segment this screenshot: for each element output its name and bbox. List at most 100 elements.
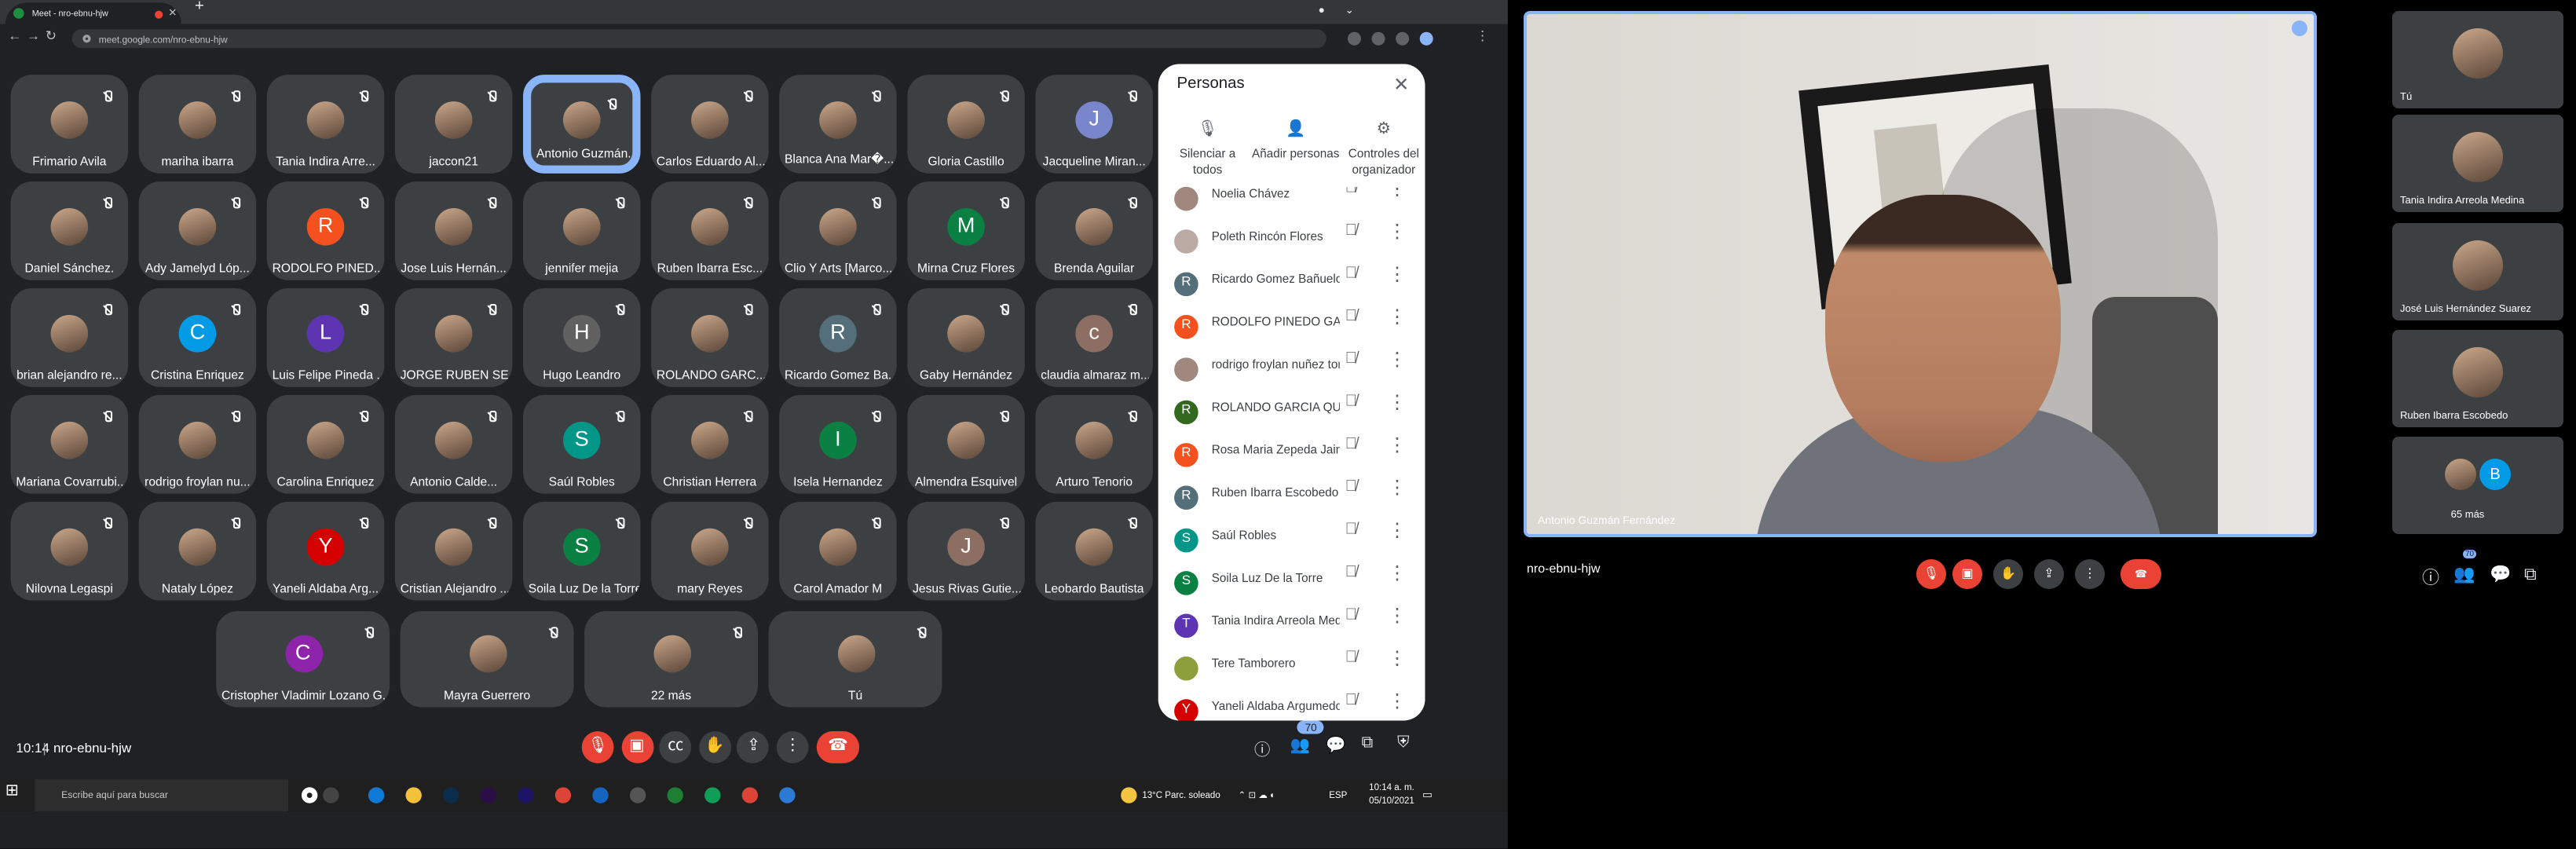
close-tab-icon[interactable]: ✕ — [168, 5, 177, 19]
participant-tile[interactable]: Carlos Eduardo Al... — [651, 75, 769, 174]
participant-tile[interactable]: Leobardo Bautista — [1035, 501, 1153, 601]
app-window-icon[interactable] — [779, 787, 796, 803]
participant-tile[interactable]: J Jesus Rivas Gutie... — [907, 501, 1025, 601]
mute-person-icon[interactable]: 🎙̸ — [1345, 187, 1357, 198]
notification-icon[interactable]: ▭ — [1422, 787, 1433, 800]
people-list-item[interactable]: S Soila Luz De la Torre 🎙̸ ⋮ — [1158, 555, 1425, 598]
app-icon[interactable] — [629, 787, 646, 803]
mic-button[interactable]: 🎙 — [581, 731, 614, 763]
people-list-item[interactable]: Poleth Rincón Flores 🎙̸ ⋮ — [1158, 214, 1425, 256]
photoshop-icon[interactable] — [443, 787, 459, 803]
star-icon[interactable] — [1371, 31, 1385, 46]
new-tab-button[interactable]: + — [195, 0, 204, 16]
more-participants-tile[interactable]: B 65 más — [2392, 437, 2563, 534]
person-more-icon[interactable]: ⋮ — [1388, 264, 1407, 286]
mute-person-icon[interactable]: 🎙̸ — [1345, 565, 1357, 581]
reload-icon[interactable]: ↻ — [46, 29, 57, 45]
participant-tile[interactable]: Mayra Guerrero — [400, 611, 574, 708]
chat-icon[interactable]: 💬 — [1326, 737, 1345, 755]
side-participant-tile[interactable]: Ruben Ibarra Escobedo — [2392, 330, 2563, 427]
edge-icon[interactable] — [368, 787, 385, 803]
participant-tile[interactable]: rodrigo froylan nu... — [138, 394, 257, 494]
file-explorer-icon[interactable] — [405, 787, 422, 803]
activities-icon[interactable]: ⧉ — [1362, 737, 1374, 756]
people-list[interactable]: Noelia Chávez 🎙̸ ⋮ Poleth Rincón Flores 🎙̸ ⋮ R… — [1158, 186, 1425, 721]
menu-icon[interactable]: ⋮ — [1476, 29, 1489, 45]
side-participant-tile[interactable]: Tú — [2392, 11, 2563, 108]
tab-search-icon[interactable]: ⌄ — [1345, 2, 1354, 16]
people-button[interactable]: 👥 — [1290, 737, 1310, 755]
participant-tile[interactable]: C Cristina Enriquez — [138, 287, 257, 387]
extensions-icon[interactable] — [1396, 31, 1410, 46]
media-icon[interactable]: ● — [1319, 2, 1325, 16]
mute-person-icon[interactable]: 🎙̸ — [1345, 224, 1357, 240]
participant-tile[interactable]: Gloria Castillo — [907, 75, 1025, 174]
participant-tile[interactable]: S Soila Luz De la Torre — [523, 501, 641, 601]
present-button[interactable]: ⇪ — [737, 731, 770, 763]
participant-tile[interactable]: H Hugo Leandro — [523, 287, 641, 387]
participant-tile[interactable]: Y Yaneli Aldaba Arg... — [266, 501, 385, 601]
chrome-icon[interactable] — [554, 787, 572, 803]
participant-tile[interactable]: Almendra Esquivel — [907, 394, 1025, 494]
person-more-icon[interactable]: ⋮ — [1388, 349, 1407, 371]
participant-tile[interactable]: jennifer mejia — [523, 181, 641, 280]
forward-icon[interactable]: → — [27, 29, 40, 45]
language-indicator[interactable]: ESP — [1329, 790, 1347, 801]
participant-tile[interactable]: Antonio Guzmán... — [523, 75, 641, 174]
person-more-icon[interactable]: ⋮ — [1388, 691, 1407, 712]
participant-tile[interactable]: Carolina Enriquez — [266, 394, 385, 494]
clock-time[interactable]: 10:14 a. m. — [1369, 782, 1414, 793]
leave-call-button[interactable]: ☎ — [816, 731, 860, 763]
side-participant-tile[interactable]: José Luis Hernández Suarez — [2392, 223, 2563, 320]
camera-button[interactable]: ▣ — [620, 731, 653, 763]
people-list-item[interactable]: S Saúl Robles 🎙̸ ⋮ — [1158, 512, 1425, 554]
participant-tile[interactable]: Gaby Hernández — [907, 287, 1025, 387]
participant-tile[interactable]: Tania Indira Arre... — [266, 75, 385, 174]
profile-avatar[interactable] — [1419, 31, 1433, 46]
mute-person-icon[interactable]: 🎙̸ — [1345, 437, 1357, 453]
people-list-item[interactable]: R ROLANDO GARCIA QUIÑ... 🎙̸ ⋮ — [1158, 384, 1425, 426]
mute-person-icon[interactable]: 🎙̸ — [1345, 523, 1357, 539]
mute-person-icon[interactable]: 🎙̸ — [1345, 693, 1357, 709]
browser-tab[interactable]: Meet - nro-ebnu-hjw ✕ — [5, 2, 182, 24]
person-more-icon[interactable]: ⋮ — [1388, 221, 1407, 243]
participant-tile[interactable]: Carol Amador M — [779, 501, 897, 601]
participant-tile[interactable]: Nataly López — [138, 501, 257, 601]
participant-tile[interactable]: ROLANDO GARC... — [651, 287, 769, 387]
windows-start-icon[interactable]: ⊞ — [5, 781, 22, 800]
store-icon[interactable] — [704, 787, 721, 803]
participant-tile[interactable]: Brenda Aguilar — [1035, 181, 1153, 280]
back-icon[interactable]: ← — [8, 29, 21, 45]
people-list-item[interactable]: Noelia Chávez 🎙̸ ⋮ — [1158, 186, 1425, 214]
person-more-icon[interactable]: ⋮ — [1388, 478, 1407, 500]
close-panel-icon[interactable]: ✕ — [1393, 75, 1409, 97]
address-bar[interactable]: meet.google.com/nro-ebnu-hjw — [71, 29, 1326, 49]
participant-tile[interactable]: brian alejandro re... — [10, 287, 129, 387]
people-list-item[interactable]: T Tania Indira Arreola Medina 🎙̸ ⋮ — [1158, 598, 1425, 640]
people-list-item[interactable]: R Ruben Ibarra Escobedo 🎙̸ ⋮ — [1158, 470, 1425, 512]
excel-icon[interactable] — [667, 787, 683, 803]
people-list-item[interactable]: R Ricardo Gomez Bañuelos 🎙̸ ⋮ — [1158, 256, 1425, 298]
participant-tile[interactable]: JORGE RUBEN SE... — [394, 287, 513, 387]
more-options-button[interactable]: ⋮ — [776, 731, 809, 763]
host-safety-icon[interactable]: ⛨ — [1397, 737, 1409, 756]
person-more-icon[interactable]: ⋮ — [1388, 435, 1407, 456]
participant-tile[interactable]: 22 más — [584, 611, 759, 708]
person-more-icon[interactable]: ⋮ — [1388, 307, 1407, 328]
premiere-icon[interactable] — [480, 787, 497, 803]
side-participant-tile[interactable]: Tania Indira Arreola Medina — [2392, 115, 2563, 212]
participant-tile[interactable]: mariha ibarra — [138, 75, 257, 174]
participant-tile[interactable]: I Isela Hernandez — [779, 394, 897, 494]
participant-tile[interactable]: R RODOLFO PINED... — [266, 181, 385, 280]
people-list-item[interactable]: rodrigo froylan nuñez torr... 🎙̸ ⋮ — [1158, 342, 1425, 384]
raise-hand-button[interactable]: ✋ — [698, 731, 731, 763]
calendar-app-icon[interactable] — [592, 787, 609, 803]
participant-tile[interactable]: L Luis Felipe Pineda ... — [266, 287, 385, 387]
mute-person-icon[interactable]: 🎙̸ — [1345, 481, 1357, 496]
person-more-icon[interactable]: ⋮ — [1388, 649, 1407, 670]
participant-tile[interactable]: Antonio Calde... — [394, 394, 513, 494]
people-list-item[interactable]: R Rosa Maria Zepeda Jaime 🎙̸ ⋮ — [1158, 427, 1425, 470]
participant-tile[interactable]: Tú — [768, 611, 942, 708]
participant-tile[interactable]: Cristian Alejandro ... — [394, 501, 513, 601]
mute-person-icon[interactable]: 🎙̸ — [1345, 609, 1357, 624]
